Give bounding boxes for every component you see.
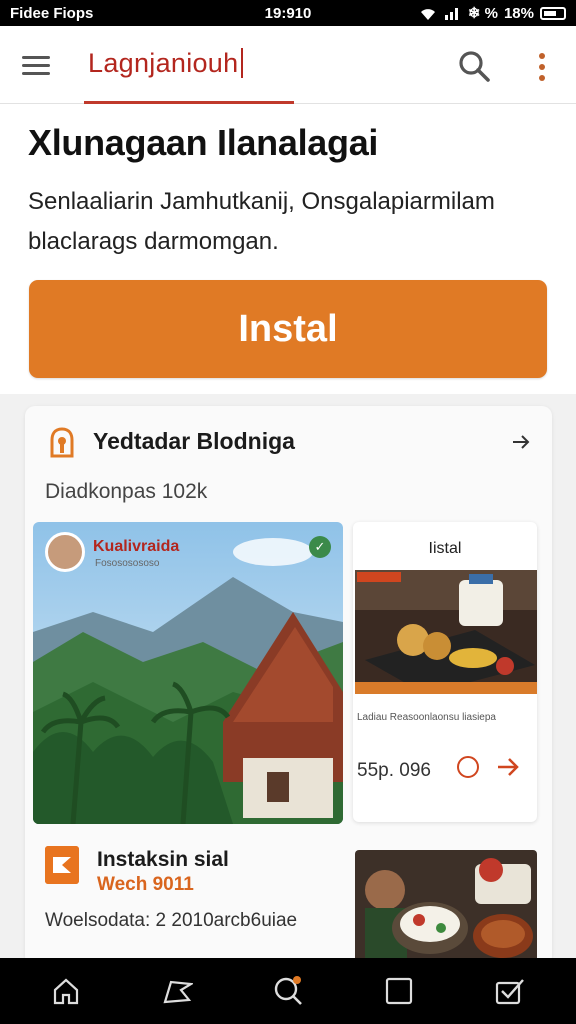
location-pin-icon [50,427,74,458]
tabs-icon [386,977,413,1005]
signal-icon [444,8,458,20]
food-image [355,570,537,694]
hero-description: Senlaaliarin Jamhutkanij, Onsgalapiarmil… [28,188,495,255]
status-extra: ❄ % [467,5,498,22]
menu-icon[interactable] [22,52,62,82]
arrow-right-icon[interactable] [509,430,533,454]
avatar [45,532,85,572]
landscape-photo-card[interactable]: Kualivraida Fosososososo ✓ [33,522,343,824]
arrow-right-icon[interactable] [495,754,521,780]
nav-home[interactable] [46,971,86,1011]
wifi-icon [420,9,435,20]
food-card[interactable]: Iistal Ladiau Reasoonlaonsu liasiepa 55p… [353,522,537,822]
checked-box-icon [496,979,525,1005]
app-tile-icon [45,846,79,884]
nav-search[interactable] [268,971,308,1011]
search-icon [274,976,302,1005]
nav-tabs[interactable] [379,971,419,1011]
carrier-label: Fidee Fiops [10,4,94,22]
more-vert-icon[interactable] [528,50,556,84]
food-price: 55p. 096 [357,760,431,781]
battery-label: 18% [503,4,534,22]
feature-card: Yedtadar Blodniga Diadkonpas 102k Kualiv… [25,406,552,966]
card-subtitle: Diadkonpas 102k [45,480,208,503]
bottom-nav [0,958,576,1024]
app-title: Lagnjaniouh [88,48,244,79]
verified-icon: ✓ [309,536,331,558]
page-heading: Xlunagaan Ilanalagai [28,122,379,163]
status-bar: Fidee Fiops 19:910 ❄ % 18% [0,0,576,26]
circle-icon[interactable] [457,756,479,778]
search-icon[interactable] [456,48,492,84]
photo-title: Kualivraida [93,538,180,555]
install-button[interactable]: Instal [29,280,547,378]
item-subtitle: Wech 9011 [97,874,194,895]
landscape-image [33,522,343,824]
nav-checked[interactable] [490,971,530,1011]
food-card-title: Iistal [428,540,462,557]
explore-icon [163,980,193,1004]
hero-section: Xlunagaan Ilanalagai Senlaaliarin Jamhut… [0,104,576,394]
app-bar: Lagnjaniouh [0,26,576,104]
card-title: Yedtadar Blodniga [93,428,295,454]
battery-icon [540,6,566,20]
nav-explore[interactable] [157,971,197,1011]
food-thumbnail[interactable] [355,850,537,966]
app-title-text: Lagnjaniouh [88,48,239,78]
food-caption: Ladiau Reasoonlaonsu liasiepa [357,712,496,723]
text-cursor [241,48,244,78]
photo-meta: Fosososososo [95,558,160,569]
item-title: Instaksin sial [97,848,229,871]
status-indicators: ❄ % 18% [418,4,566,22]
home-icon [53,978,78,1005]
item-meta: Woelsodata: 2 2010arcb6uiae [45,910,298,931]
